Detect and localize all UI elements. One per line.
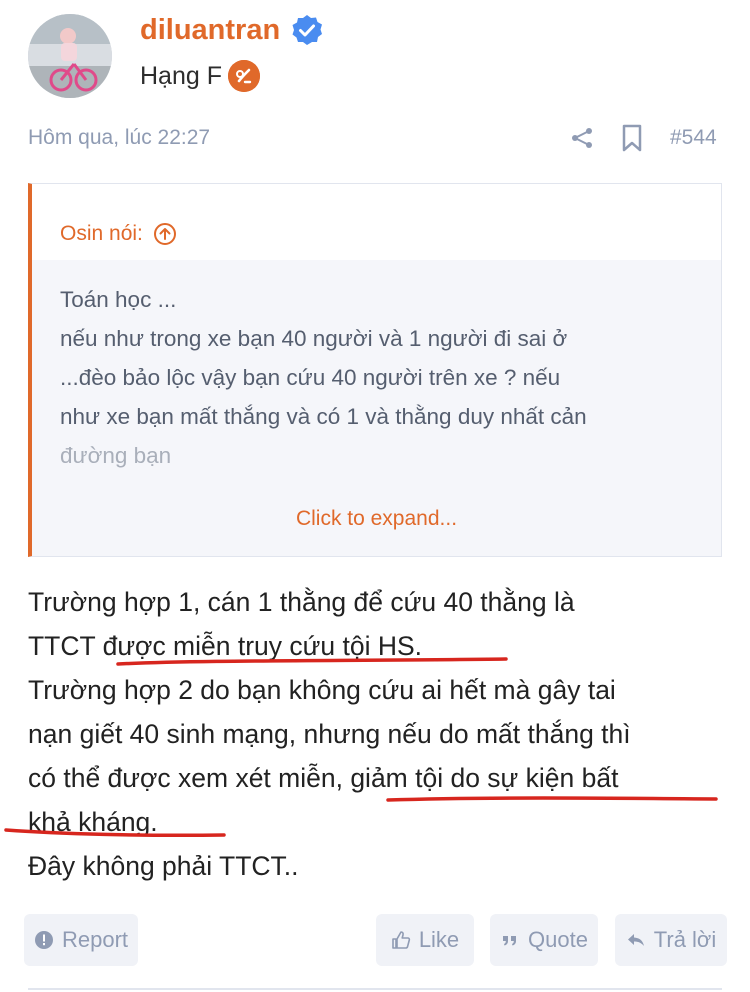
- quote-label: Quote: [528, 927, 588, 952]
- post-line: nạn giết 40 sinh mạng, nhưng nếu do mất …: [28, 719, 631, 749]
- post-number-link[interactable]: #544: [670, 126, 717, 150]
- post-line: TTCT được miễn truy cứu tội HS.: [28, 631, 423, 661]
- reply-button[interactable]: Trả lời: [615, 914, 727, 966]
- verified-badge-icon: [292, 15, 322, 45]
- share-icon[interactable]: [570, 126, 594, 150]
- bookmark-icon[interactable]: [621, 124, 643, 152]
- reply-label: Trả lời: [653, 927, 717, 952]
- post-line: khả kháng.: [28, 807, 158, 837]
- rank-badge-icon: [228, 60, 260, 92]
- quote-line: như xe bạn mất thắng và có 1 và thằng du…: [60, 404, 587, 429]
- quote-line: đường bạn: [60, 443, 172, 468]
- quote-block: Osin nói: Toán học ... nếu như trong xe …: [28, 183, 722, 557]
- quote-button[interactable]: Quote: [490, 914, 598, 966]
- divider: [28, 988, 722, 990]
- username[interactable]: diluantran: [140, 14, 280, 47]
- report-icon: [34, 931, 53, 949]
- quote-header[interactable]: Osin nói:: [32, 184, 721, 260]
- avatar-image: [28, 14, 112, 98]
- quote-icon: [503, 936, 517, 946]
- post-date[interactable]: Hôm qua, lúc 22:27: [28, 126, 210, 150]
- quote-author[interactable]: Osin nói:: [60, 222, 143, 246]
- post-line: Trường hợp 1, cán 1 thằng để cứu 40 thằn…: [28, 587, 575, 617]
- quote-line: ...đèo bảo lộc vậy bạn cứu 40 người trên…: [60, 365, 561, 390]
- report-label: Report: [61, 927, 129, 952]
- post-body: Trường hợp 1, cán 1 thằng để cứu 40 thằn…: [28, 580, 728, 888]
- like-label: Like: [418, 927, 460, 952]
- post-line: Trường hợp 2 do bạn không cứu ai hết mà …: [28, 675, 616, 705]
- click-to-expand-link[interactable]: Click to expand...: [32, 507, 721, 531]
- report-button[interactable]: Report: [24, 914, 138, 966]
- jump-to-quote-icon[interactable]: [153, 222, 177, 246]
- quote-line: Toán học ...: [60, 287, 177, 312]
- user-rank: Hạng F: [140, 62, 222, 90]
- post-line: có thể được xem xét miễn, giảm tội do sự…: [28, 763, 619, 793]
- thumbs-up-icon: [392, 931, 410, 949]
- reply-arrow-icon: [627, 934, 644, 946]
- post-line: Đây không phải TTCT..: [28, 851, 299, 881]
- avatar[interactable]: [28, 14, 112, 98]
- like-button[interactable]: Like: [376, 914, 474, 966]
- quote-line: nếu như trong xe bạn 40 người và 1 người…: [60, 326, 568, 351]
- quote-content: Toán học ... nếu như trong xe bạn 40 ngư…: [32, 260, 721, 475]
